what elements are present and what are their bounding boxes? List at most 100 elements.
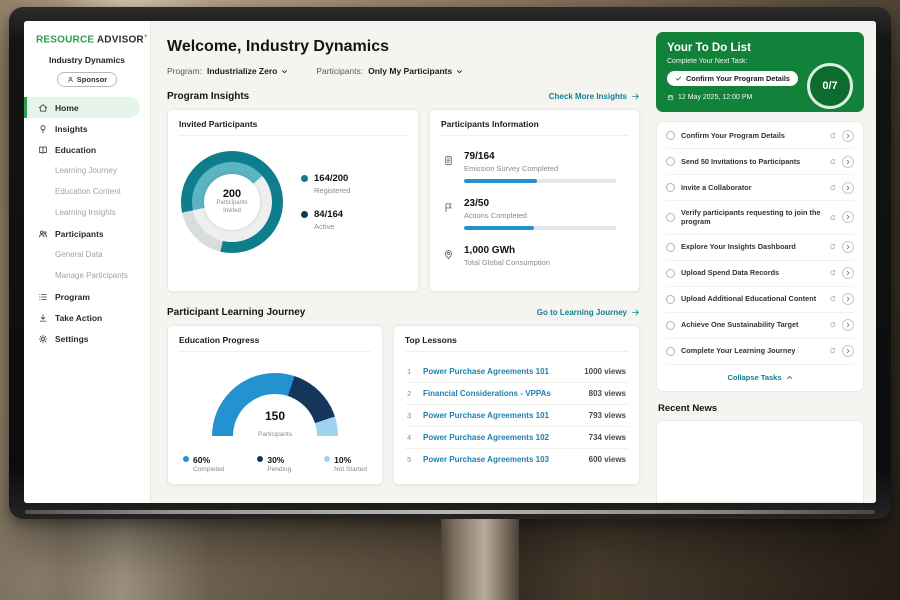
lesson-link[interactable]: Power Purchase Agreements 101 [423,411,581,420]
sidebar-item-settings[interactable]: Settings [24,328,150,349]
task-checkbox[interactable] [666,269,675,278]
sidebar-item-education-content[interactable]: Education Content [24,181,150,202]
task-row[interactable]: Invite a Collaborator [666,175,854,201]
refresh-icon [829,158,837,166]
participants-filter-label: Participants: [316,66,363,76]
task-row[interactable]: Upload Additional Educational Content [666,287,854,313]
legend-dot [301,211,308,218]
nav-label: Settings [55,334,89,344]
chevron-right-icon[interactable] [842,241,854,253]
nav-label: Education [55,145,96,155]
program-filter-label: Program: [167,66,202,76]
todo-panel: Your To Do List Complete Your Next Task:… [652,21,876,503]
legend-label: Pending [267,466,291,473]
legend-label: Completed [193,466,224,473]
org-name: Industry Dynamics [24,55,150,65]
participants-information-card-title: Participants Information [441,119,628,136]
task-checkbox[interactable] [666,157,675,166]
donut-center-label: Participants Invited [211,200,253,216]
refresh-icon [829,132,837,140]
task-label: Explore Your Insights Dashboard [681,242,823,252]
task-checkbox[interactable] [666,183,675,192]
legend-value: 30% [267,455,291,465]
chevron-right-icon[interactable] [842,319,854,331]
chevron-right-icon[interactable] [842,211,854,223]
task-checkbox[interactable] [666,213,675,222]
education-progress-gauge-chart: 150 Participants [212,373,338,441]
top-lessons-list: 1 Power Purchase Agreements 101 1000 vie… [405,361,628,470]
task-row[interactable]: Achieve One Sustainability Target [666,313,854,339]
lesson-rank: 3 [407,411,415,420]
participants-dropdown[interactable]: Only My Participants [368,66,463,76]
sidebar-nav: Home Insights Education Learning Journey… [24,97,150,349]
chevron-right-icon[interactable] [842,130,854,142]
learning-journey-title: Participant Learning Journey [167,307,305,318]
sidebar-item-learning-insights[interactable]: Learning Insights [24,202,150,223]
task-checkbox[interactable] [666,321,675,330]
lesson-rank: 1 [407,367,415,376]
sponsor-badge-wrap: Sponsor [24,70,150,88]
stat-row: 23/50 Actions Completed [441,192,628,239]
sidebar-item-insights[interactable]: Insights [24,118,150,139]
lesson-link[interactable]: Power Purchase Agreements 102 [423,433,581,442]
gauge-legend-item: 60% Completed [183,455,224,473]
task-row[interactable]: Explore Your Insights Dashboard [666,235,854,261]
chevron-right-icon[interactable] [842,345,854,357]
next-task-pill[interactable]: Confirm Your Program Details [667,71,798,86]
logo-text-secondary: ADVISOR [97,34,144,45]
monitor-bezel: RESOURCE ADVISOR+ Industry Dynamics Spon… [9,7,891,519]
stat-label: Actions Completed [464,211,616,220]
task-row[interactable]: Confirm Your Program Details [666,123,854,149]
task-row[interactable]: Send 50 Invitations to Participants [666,149,854,175]
task-row[interactable]: Complete Your Learning Journey [666,339,854,365]
task-checkbox[interactable] [666,243,675,252]
task-checkbox[interactable] [666,295,675,304]
go-to-learning-journey-link[interactable]: Go to Learning Journey [537,308,640,317]
lesson-link[interactable]: Financial Considerations - VPPAs [423,389,581,398]
collapse-tasks-link[interactable]: Collapse Tasks [666,365,854,388]
legend-value: 84/164 [314,209,343,220]
program-dropdown[interactable]: Industrialize Zero [207,66,288,76]
refresh-icon [829,184,837,192]
lesson-link[interactable]: Power Purchase Agreements 101 [423,367,576,376]
task-row[interactable]: Upload Spend Data Records [666,261,854,287]
check-more-insights-link[interactable]: Check More Insights [549,92,640,101]
sidebar-item-participants[interactable]: Participants [24,223,150,244]
invited-participants-donut-chart: 200 Participants Invited [181,151,283,253]
location-icon [443,247,455,273]
sidebar-item-home[interactable]: Home [24,97,140,118]
education-progress-card-title: Education Progress [179,335,371,352]
task-checkbox[interactable] [666,131,675,140]
main-content: Welcome, Industry Dynamics Program: Indu… [151,21,652,503]
task-label: Complete Your Learning Journey [681,346,823,356]
refresh-icon [829,347,837,355]
sidebar-item-manage-participants[interactable]: Manage Participants [24,265,150,286]
sidebar-item-take-action[interactable]: Take Action [24,307,150,328]
sidebar-item-learning-journey[interactable]: Learning Journey [24,160,150,181]
lesson-link[interactable]: Power Purchase Agreements 103 [423,455,581,464]
gauge-legend-item: 10% Not Started [324,455,367,473]
sidebar-item-program[interactable]: Program [24,286,150,307]
chevron-right-icon[interactable] [842,293,854,305]
lesson-row: 3 Power Purchase Agreements 101 793 view… [405,405,628,427]
education-progress-card: Education Progress 150 Participants 60% … [167,325,383,485]
next-task-due-text: 12 May 2025, 12:00 PM [678,94,752,101]
sidebar-item-general-data[interactable]: General Data [24,244,150,265]
insights-icon [37,123,48,134]
sponsor-badge[interactable]: Sponsor [57,72,117,87]
task-checkbox[interactable] [666,347,675,356]
logo-plus: + [144,33,148,40]
legend-dot [183,456,189,462]
task-row[interactable]: Verify participants requesting to join t… [666,201,854,235]
take-action-icon [37,312,48,323]
nav-label: Program [55,292,90,302]
chevron-right-icon[interactable] [842,156,854,168]
chevron-down-icon [456,68,463,75]
check-more-insights-label: Check More Insights [549,92,627,101]
check-icon [675,75,682,82]
chevron-right-icon[interactable] [842,182,854,194]
recent-news-title: Recent News [658,403,862,414]
chevron-right-icon[interactable] [842,267,854,279]
sidebar-item-education[interactable]: Education [24,139,150,160]
stat-progress-track [464,226,616,230]
